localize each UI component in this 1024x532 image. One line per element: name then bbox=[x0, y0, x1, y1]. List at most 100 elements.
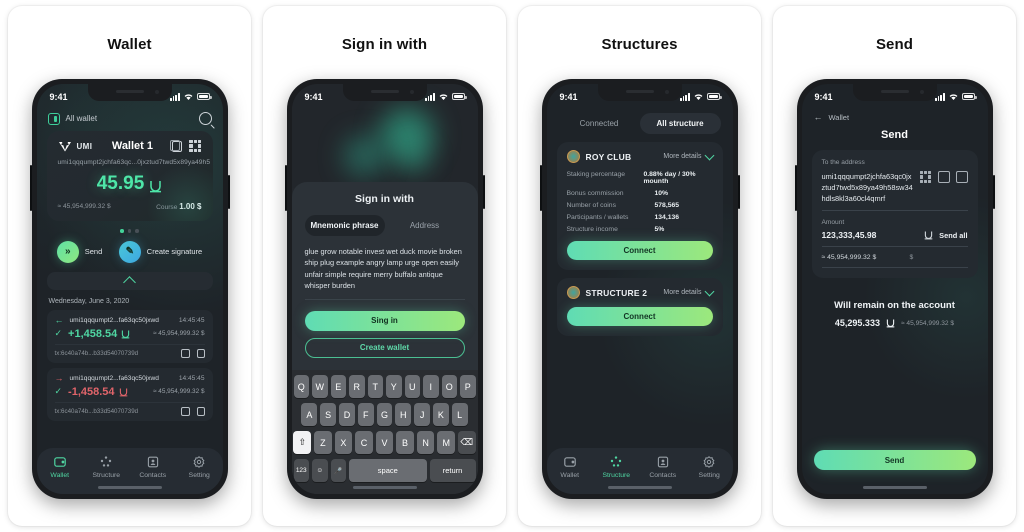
microphone-key-icon[interactable]: 🎤 bbox=[330, 459, 346, 482]
tx-address: umi1qqqumpt2...fa63qc50jxwd bbox=[69, 316, 159, 324]
send-action-button[interactable]: » Send bbox=[56, 240, 102, 263]
tx-hash: tx:6c40a74b...b33d54070739d bbox=[54, 349, 139, 357]
tab-structure[interactable]: Structure bbox=[593, 456, 640, 479]
key-n[interactable]: N bbox=[416, 431, 435, 454]
wifi-icon bbox=[694, 93, 702, 100]
signal-icon bbox=[170, 93, 180, 101]
status-time: 9:41 bbox=[304, 91, 323, 102]
more-details-button[interactable]: More details bbox=[663, 150, 714, 162]
amount-fiat: ≈ 45,954,999.32 $ bbox=[821, 254, 877, 262]
tab-wallet[interactable]: Wallet bbox=[547, 456, 594, 479]
tab-mnemonic-phrase[interactable]: Mnemonic phrase bbox=[304, 215, 385, 236]
shift-key-icon[interactable]: ⇧ bbox=[293, 431, 312, 454]
tab-label: Structure bbox=[602, 471, 631, 479]
external-link-icon[interactable] bbox=[180, 348, 190, 358]
create-signature-button[interactable]: ✎ Create signature bbox=[118, 240, 202, 263]
more-details-button[interactable]: More details bbox=[663, 286, 714, 298]
key-y[interactable]: Y bbox=[386, 375, 402, 398]
mnemonic-input[interactable]: glue grow notable invest wet duck movie … bbox=[305, 246, 465, 292]
home-indicator bbox=[352, 486, 417, 489]
key-h[interactable]: H bbox=[395, 403, 412, 426]
qr-code-icon[interactable] bbox=[189, 140, 202, 152]
showcase-card-wallet: Wallet 9:41 All wallet UMI Wallet 1 umi1… bbox=[8, 6, 251, 526]
table-row[interactable]: → umi1qqqumpt2...fa63qc50jxwd 14:45:45 ✓… bbox=[46, 367, 213, 421]
tab-contacts[interactable]: Contacts bbox=[640, 456, 687, 479]
all-wallet-button[interactable]: All wallet bbox=[47, 112, 97, 125]
pencil-icon: ✎ bbox=[118, 240, 141, 263]
numbers-key[interactable]: 123 bbox=[293, 459, 309, 482]
key-p[interactable]: P bbox=[460, 375, 476, 398]
home-indicator bbox=[97, 486, 162, 489]
copy-icon[interactable] bbox=[170, 139, 183, 152]
back-button[interactable]: ← Wallet bbox=[802, 106, 988, 122]
key-x[interactable]: X bbox=[334, 431, 353, 454]
key-i[interactable]: I bbox=[423, 375, 439, 398]
key-c[interactable]: C bbox=[355, 431, 373, 454]
return-key[interactable]: return bbox=[429, 459, 476, 482]
connect-button[interactable]: Connect bbox=[566, 307, 713, 326]
send-button[interactable]: Send bbox=[813, 450, 976, 470]
key-r[interactable]: R bbox=[349, 375, 365, 398]
tab-address[interactable]: Address bbox=[385, 215, 465, 236]
key-k[interactable]: K bbox=[432, 403, 449, 426]
sign-in-button[interactable]: Sing in bbox=[304, 310, 465, 331]
tx-amount: +1,458.54 bbox=[68, 328, 147, 340]
tab-setting[interactable]: Setting bbox=[176, 456, 223, 479]
copy-icon[interactable] bbox=[196, 348, 205, 358]
key-q[interactable]: Q bbox=[293, 375, 309, 398]
key-t[interactable]: T bbox=[367, 375, 383, 398]
key-z[interactable]: Z bbox=[314, 431, 332, 454]
divider bbox=[821, 246, 968, 248]
connect-button[interactable]: Connect bbox=[566, 241, 713, 260]
wallet-icon[interactable] bbox=[955, 171, 968, 183]
umi-currency-icon bbox=[121, 330, 130, 338]
showcase-card-send: Send 9:41 ← Wallet Send To the address u… bbox=[773, 6, 1016, 526]
key-u[interactable]: U bbox=[404, 375, 420, 398]
tab-connected[interactable]: Connected bbox=[559, 113, 640, 134]
key-d[interactable]: D bbox=[339, 403, 355, 426]
key-j[interactable]: J bbox=[414, 403, 430, 426]
collapse-handle[interactable] bbox=[46, 271, 213, 290]
emoji-key-icon[interactable]: ☺ bbox=[312, 459, 328, 482]
key-g[interactable]: G bbox=[376, 403, 393, 426]
space-key[interactable]: space bbox=[349, 459, 427, 482]
wallet-address[interactable]: umi1qqqumpt2jchfa63qc...0jxztud7twd5x89y… bbox=[58, 159, 210, 166]
tab-wallet[interactable]: Wallet bbox=[37, 456, 84, 479]
umi-currency-icon bbox=[119, 388, 127, 396]
table-row[interactable]: ← umi1qqqumpt2...fa63qc50jxwd 14:45:45 ✓… bbox=[46, 309, 213, 363]
tab-structure[interactable]: Structure bbox=[83, 456, 130, 479]
tab-all-structure[interactable]: All structure bbox=[639, 113, 721, 134]
key-m[interactable]: M bbox=[437, 431, 455, 454]
wifi-icon bbox=[949, 93, 957, 100]
keyboard-row-1: Q W E R T Y U I O P bbox=[293, 375, 476, 398]
structure-card-structure-2: STRUCTURE 2 More details Connect bbox=[556, 278, 723, 336]
key-v[interactable]: V bbox=[375, 431, 394, 454]
contacts-icon[interactable] bbox=[937, 171, 950, 183]
send-all-button[interactable]: Send all bbox=[939, 231, 967, 240]
key-f[interactable]: F bbox=[357, 403, 374, 426]
incoming-arrow-icon: ← bbox=[54, 314, 64, 325]
key-b[interactable]: B bbox=[396, 431, 414, 454]
key-a[interactable]: A bbox=[301, 403, 318, 426]
copy-icon[interactable] bbox=[196, 406, 205, 416]
key-e[interactable]: E bbox=[330, 375, 346, 398]
phone-screen-signin: 9:41 Sign in with Mnemonic phrase Addres… bbox=[291, 84, 478, 494]
key-s[interactable]: S bbox=[320, 403, 337, 426]
tab-label: Setting bbox=[698, 471, 720, 479]
backspace-key-icon[interactable]: ⌫ bbox=[457, 431, 476, 454]
create-wallet-button[interactable]: Create wallet bbox=[304, 337, 465, 358]
chevron-down-icon bbox=[704, 286, 714, 296]
showcase-card-structures: Structures 9:41 Connected All structure … bbox=[518, 6, 761, 526]
carousel-dots[interactable] bbox=[37, 229, 223, 233]
external-link-icon[interactable] bbox=[180, 406, 190, 416]
search-icon[interactable] bbox=[198, 112, 212, 125]
key-l[interactable]: L bbox=[451, 403, 468, 426]
amount-input[interactable]: 123,333,45.98 bbox=[822, 230, 925, 240]
key-o[interactable]: O bbox=[441, 375, 457, 398]
tab-contacts[interactable]: Contacts bbox=[130, 456, 177, 479]
qr-scan-icon[interactable] bbox=[919, 171, 932, 183]
detail-value: 10% bbox=[654, 190, 669, 197]
address-input[interactable]: umi1qqqumpt2jchfa63qc0jxztud7twd5x89ya49… bbox=[822, 171, 914, 204]
tab-setting[interactable]: Setting bbox=[686, 456, 733, 479]
key-w[interactable]: W bbox=[312, 375, 328, 398]
